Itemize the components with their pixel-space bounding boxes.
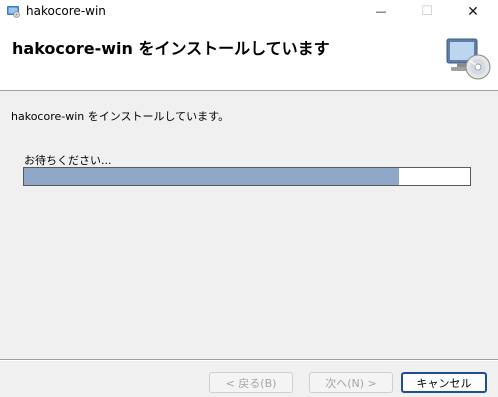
minimize-icon: — [375, 5, 387, 18]
window-title: hakocore-win [26, 4, 106, 18]
cancel-button[interactable]: キャンセル [401, 372, 487, 393]
installer-app-icon [7, 6, 20, 18]
maximize-button[interactable]: ☐ [404, 0, 450, 23]
install-status-text: hakocore-win をインストールしています。 [11, 110, 230, 123]
header-banner: hakocore-win をインストールしています [0, 23, 498, 91]
minimize-button[interactable]: — [358, 0, 404, 23]
installer-window: hakocore-win — ☐ ✕ hakocore-win をインストールし… [0, 0, 498, 397]
computer-cd-icon [446, 38, 491, 80]
maximize-icon: ☐ [421, 4, 433, 19]
please-wait-label: お待ちください... [24, 154, 112, 167]
banner-title: hakocore-win をインストールしています [12, 39, 330, 58]
install-progress-bar [23, 167, 471, 186]
close-icon: ✕ [467, 3, 479, 20]
cancel-button-label: キャンセル [416, 376, 472, 390]
footer-divider-highlight [0, 360, 498, 361]
next-button-label: 次へ(N) > [325, 376, 377, 390]
close-button[interactable]: ✕ [450, 0, 496, 23]
back-button[interactable]: < 戻る(B) [209, 372, 293, 393]
next-button[interactable]: 次へ(N) > [309, 372, 393, 393]
title-bar[interactable]: hakocore-win — ☐ ✕ [0, 0, 498, 23]
progress-fill [24, 168, 399, 185]
back-button-label: < 戻る(B) [225, 376, 277, 390]
